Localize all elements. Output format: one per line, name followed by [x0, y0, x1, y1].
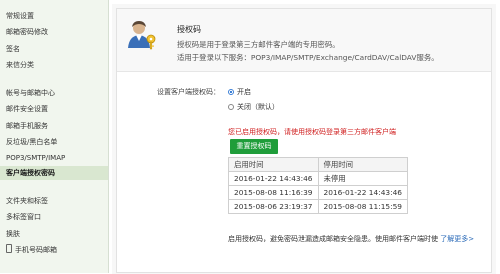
radio-disable-label: 关闭（默认） [237, 103, 279, 111]
radio-unchecked-icon [228, 104, 234, 110]
table-cell: 未停用 [317, 171, 408, 186]
table-row: 2015-08-06 23:19:37 2015-08-08 11:15:59 [228, 199, 408, 214]
radio-checked-icon [228, 89, 234, 95]
enabled-warning: 您已启用授权码，请使用授权码登录第三方邮件客户端 [228, 128, 396, 136]
radio-enable-label: 开启 [237, 88, 251, 96]
table-cell: 2015-08-08 11:15:59 [317, 199, 408, 214]
sidebar-item-general[interactable]: 常规设置 [0, 9, 108, 23]
sidebar-item-pop3-smtp-imap[interactable]: POP3/SMTP/IMAP [0, 151, 108, 165]
column-header-enabled-time: 启用时间 [228, 157, 319, 172]
sidebar-item-phone-mailbox[interactable]: 手机号码邮箱 [0, 243, 108, 257]
sidebar-item-folders-tags[interactable]: 文件夹和标签 [0, 194, 108, 208]
sidebar-item-password[interactable]: 邮箱密码修改 [0, 25, 108, 39]
sidebar-item-client-auth-code[interactable]: 客户端授权密码 [0, 166, 108, 180]
phone-icon [6, 244, 12, 253]
table-cell: 2016-01-22 14:43:46 [228, 171, 319, 186]
radio-disable[interactable]: 关闭（默认） [228, 102, 279, 112]
column-header-disabled-time: 停用时间 [317, 157, 408, 172]
table-cell: 2016-01-22 14:43:46 [317, 185, 408, 200]
sidebar-item-multi-tab[interactable]: 多标签窗口 [0, 210, 108, 224]
sidebar-item-mail-filter[interactable]: 来信分类 [0, 58, 108, 72]
learn-more-link[interactable]: 了解更多> [440, 235, 474, 243]
reset-auth-code-button[interactable]: 重置授权码 [230, 139, 278, 154]
auth-code-setting-label: 设置客户端授权码： [157, 88, 220, 96]
sidebar-item-signature[interactable]: 签名 [0, 42, 108, 56]
table-row: 2015-08-08 11:16:39 2016-01-22 14:43:46 [228, 185, 408, 200]
footer-note: 启用授权码，避免密码泄漏造成邮箱安全隐患。使用邮件客户端时使 了解更多> [228, 234, 474, 244]
table-cell: 2015-08-06 23:19:37 [228, 199, 319, 214]
panel-header: 授权码 授权码是用于登录第三方邮件客户端的专用密码。 适用于登录以下服务：POP… [117, 9, 491, 72]
sidebar-item-antispam[interactable]: 反垃圾/黑白名单 [0, 135, 108, 149]
auth-code-panel: 授权码 授权码是用于登录第三方邮件客户端的专用密码。 适用于登录以下服务：POP… [116, 8, 492, 273]
sidebar-item-skin[interactable]: 换肤 [0, 227, 108, 241]
page-title: 授权码 [177, 25, 201, 34]
radio-enable[interactable]: 开启 [228, 87, 251, 97]
sidebar-item-label: 手机号码邮箱 [15, 246, 57, 254]
sidebar-item-mobile-service[interactable]: 邮箱手机服务 [0, 119, 108, 133]
table-cell: 2015-08-08 11:16:39 [228, 185, 319, 200]
sidebar-item-security[interactable]: 邮件安全设置 [0, 102, 108, 116]
description-line-1: 授权码是用于登录第三方邮件客户端的专用密码。 [177, 40, 340, 49]
footer-text: 启用授权码，避免密码泄漏造成邮箱安全隐患。使用邮件客户端时使 [228, 235, 438, 243]
sidebar-item-account-center[interactable]: 帐号与邮箱中心 [0, 86, 108, 100]
table-row: 2016-01-22 14:43:46 未停用 [228, 171, 408, 186]
user-key-icon [128, 21, 156, 50]
settings-sidebar: 常规设置 邮箱密码修改 签名 来信分类 帐号与邮箱中心 邮件安全设置 邮箱手机服… [0, 0, 109, 273]
auth-code-history-table: 启用时间 停用时间 2016-01-22 14:43:46 未停用 2015-0… [228, 157, 408, 214]
description-line-2: 适用于登录以下服务：POP3/IMAP/SMTP/Exchange/CardDA… [177, 53, 439, 62]
table-header-row: 启用时间 停用时间 [228, 157, 408, 172]
